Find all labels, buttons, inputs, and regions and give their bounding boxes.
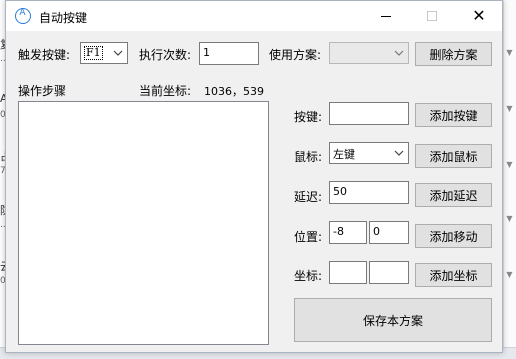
chevron-down-icon <box>394 48 404 58</box>
steps-label: 操作步骤 <box>18 84 67 98</box>
coord-y-input[interactable] <box>369 261 409 284</box>
close-button[interactable]: ✕ <box>456 1 502 31</box>
mouse-value: 左键 <box>333 148 355 161</box>
position-label: 位置: <box>294 230 323 244</box>
background-right-panel: ▼ ▼ ▼ ▼ ▼ <box>503 0 516 359</box>
close-icon: ✕ <box>472 6 486 25</box>
coord-label: 坐标: <box>294 269 323 283</box>
coord-x-input[interactable] <box>329 261 367 284</box>
current-coord-label: 当前坐标: <box>139 84 192 98</box>
maximize-icon <box>427 11 437 21</box>
add-move-button[interactable]: 添加移动 <box>415 224 492 248</box>
delete-scheme-button[interactable]: 删除方案 <box>415 42 492 66</box>
exec-count-input[interactable]: 1 <box>199 42 259 65</box>
trigger-key-value: F1 <box>84 46 103 60</box>
chevron-down-icon: ▼ <box>506 214 513 223</box>
chevron-down-icon <box>394 148 404 158</box>
mouse-label: 鼠标: <box>294 150 323 164</box>
chevron-down-icon: ▼ <box>506 48 513 57</box>
maximize-button <box>409 1 455 31</box>
minimize-icon <box>381 15 391 17</box>
delay-label: 延迟: <box>294 190 323 204</box>
chevron-down-icon: ▼ <box>506 270 513 279</box>
delay-input[interactable]: 50 <box>329 181 409 204</box>
trigger-key-select[interactable]: F1 <box>80 42 128 64</box>
current-coord-value: 1036，539 <box>204 85 264 98</box>
mouse-select[interactable]: 左键 <box>329 142 409 164</box>
scheme-label: 使用方案: <box>269 48 322 62</box>
add-delay-button[interactable]: 添加延迟 <box>415 183 492 207</box>
add-mouse-button[interactable]: 添加鼠标 <box>415 144 492 168</box>
exec-count-label: 执行次数: <box>139 48 192 62</box>
window-title: 自动按键 <box>39 11 88 25</box>
scheme-select[interactable] <box>329 42 409 64</box>
key-label: 按键: <box>294 110 323 124</box>
position-y-input[interactable]: 0 <box>369 221 409 244</box>
save-scheme-button[interactable]: 保存本方案 <box>294 298 492 342</box>
steps-listbox[interactable] <box>18 101 269 345</box>
key-input[interactable] <box>329 102 409 125</box>
chevron-down-icon: ▼ <box>506 160 513 169</box>
title-bar[interactable]: 自动按键 ✕ <box>6 1 502 31</box>
auto-key-window: 自动按键 ✕ 触发按键: F1 执行次数: 1 使用方案: 删除方案 操作步骤 … <box>5 0 503 353</box>
minimize-button[interactable] <box>363 1 409 31</box>
app-logo-icon <box>15 8 31 24</box>
trigger-key-label: 触发按键: <box>18 48 71 62</box>
add-key-button[interactable]: 添加按键 <box>415 103 492 127</box>
chevron-down-icon: ▼ <box>506 104 513 113</box>
position-x-input[interactable]: -8 <box>329 221 367 244</box>
chevron-down-icon <box>113 48 123 58</box>
add-coord-button[interactable]: 添加坐标 <box>415 263 492 287</box>
